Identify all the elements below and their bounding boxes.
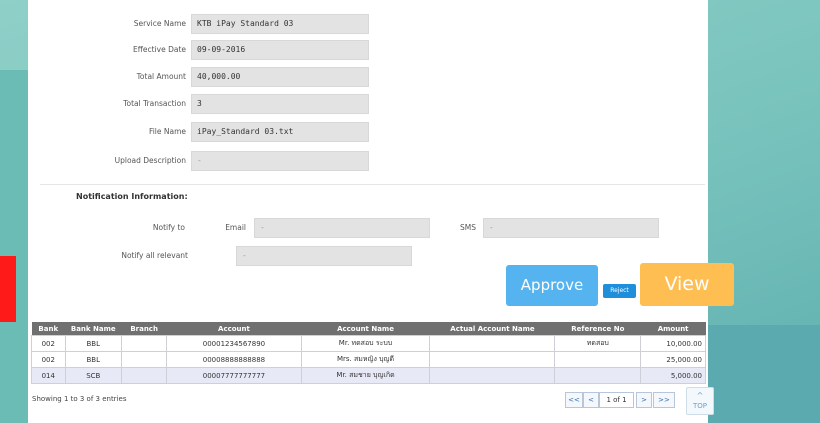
table-row[interactable]: 014 SCB 00007777777777 Mr. สมชาย บุญเกิด…: [31, 367, 706, 384]
alert-block: [0, 256, 16, 322]
file-name-label: File Name: [148, 127, 186, 136]
notification-title: Notification Information:: [76, 192, 188, 201]
col-bank[interactable]: Bank: [31, 322, 66, 336]
cell-bank: 002: [31, 351, 66, 368]
notify-all-label: Notify all relevant: [121, 251, 188, 260]
view-button[interactable]: View: [640, 263, 734, 306]
back-to-top-button[interactable]: ^ TOP: [686, 387, 714, 415]
email-field[interactable]: -: [254, 218, 430, 238]
upload-description-field[interactable]: -: [191, 151, 369, 171]
sms-field[interactable]: -: [483, 218, 659, 238]
cell-account: 00008888888888: [166, 351, 302, 368]
cell-bank-name: BBL: [64, 335, 122, 352]
col-amount[interactable]: Amount: [640, 322, 706, 336]
cell-account: 00007777777777: [166, 367, 302, 384]
effective-date-field[interactable]: 09-09-2016: [191, 40, 369, 60]
service-name-field[interactable]: KTB iPay Standard 03: [191, 14, 369, 34]
service-name-label: Service Name: [133, 19, 186, 28]
cell-reference-no: [554, 367, 642, 384]
cell-actual-account-name: [429, 367, 556, 384]
upload-description-label: Upload Description: [114, 156, 186, 165]
effective-date-label: Effective Date: [132, 45, 186, 54]
email-label: Email: [225, 223, 246, 232]
cell-account-name: Mr. สมชาย บุญเกิด: [300, 367, 431, 384]
cell-reference-no: ทดสอบ: [554, 335, 642, 352]
background-shape: [700, 325, 820, 423]
table-row[interactable]: 002 BBL 00001234567890 Mr. ทดสอบ ระบบ ทด…: [31, 335, 706, 352]
total-transaction-field[interactable]: 3: [191, 94, 369, 114]
file-name-field[interactable]: iPay_Standard 03.txt: [191, 122, 369, 142]
chevron-up-icon: ^: [696, 391, 704, 400]
cell-actual-account-name: [429, 335, 556, 352]
table-row[interactable]: 002 BBL 00008888888888 Mrs. สมหญิง บุญดี…: [31, 351, 706, 368]
cell-account-name: Mrs. สมหญิง บุญดี: [300, 351, 431, 368]
cell-bank-name: BBL: [64, 351, 122, 368]
cell-bank-name: SCB: [64, 367, 122, 384]
cell-branch: [120, 335, 168, 352]
reject-button[interactable]: Reject: [603, 284, 636, 298]
sms-label: SMS: [460, 223, 476, 232]
table-header-row: Bank Bank Name Branch Account Account Na…: [31, 322, 706, 336]
cell-bank: 002: [31, 335, 66, 352]
col-branch[interactable]: Branch: [121, 322, 167, 336]
top-label: TOP: [692, 402, 707, 410]
cell-actual-account-name: [429, 351, 556, 368]
cell-branch: [120, 351, 168, 368]
notify-all-field[interactable]: -: [236, 246, 412, 266]
col-reference-no[interactable]: Reference No: [554, 322, 641, 336]
cell-amount: 10,000.00: [640, 335, 706, 352]
cell-branch: [120, 367, 168, 384]
next-page-button[interactable]: >: [636, 392, 652, 408]
page-indicator[interactable]: 1 of 1: [599, 392, 634, 408]
cell-reference-no: [554, 351, 642, 368]
first-page-button[interactable]: <<: [565, 392, 583, 408]
cell-amount: 25,000.00: [640, 351, 706, 368]
total-transaction-label: Total Transaction: [123, 99, 186, 108]
approve-button[interactable]: Approve: [506, 265, 598, 306]
divider: [40, 184, 705, 185]
cell-amount: 5,000.00: [640, 367, 706, 384]
total-amount-field[interactable]: 40,000.00: [191, 67, 369, 87]
table-info: Showing 1 to 3 of 3 entries: [32, 395, 127, 403]
cell-account-name: Mr. ทดสอบ ระบบ: [300, 335, 431, 352]
col-actual-account-name[interactable]: Actual Account Name: [429, 322, 555, 336]
col-bank-name[interactable]: Bank Name: [65, 322, 122, 336]
last-page-button[interactable]: >>: [653, 392, 675, 408]
prev-page-button[interactable]: <: [583, 392, 599, 408]
cell-account: 00001234567890: [166, 335, 302, 352]
col-account-name[interactable]: Account Name: [301, 322, 430, 336]
cell-bank: 014: [31, 367, 66, 384]
col-account[interactable]: Account: [166, 322, 302, 336]
transactions-table: Bank Bank Name Branch Account Account Na…: [31, 322, 706, 384]
total-amount-label: Total Amount: [136, 72, 186, 81]
notify-to-label: Notify to: [152, 223, 185, 232]
